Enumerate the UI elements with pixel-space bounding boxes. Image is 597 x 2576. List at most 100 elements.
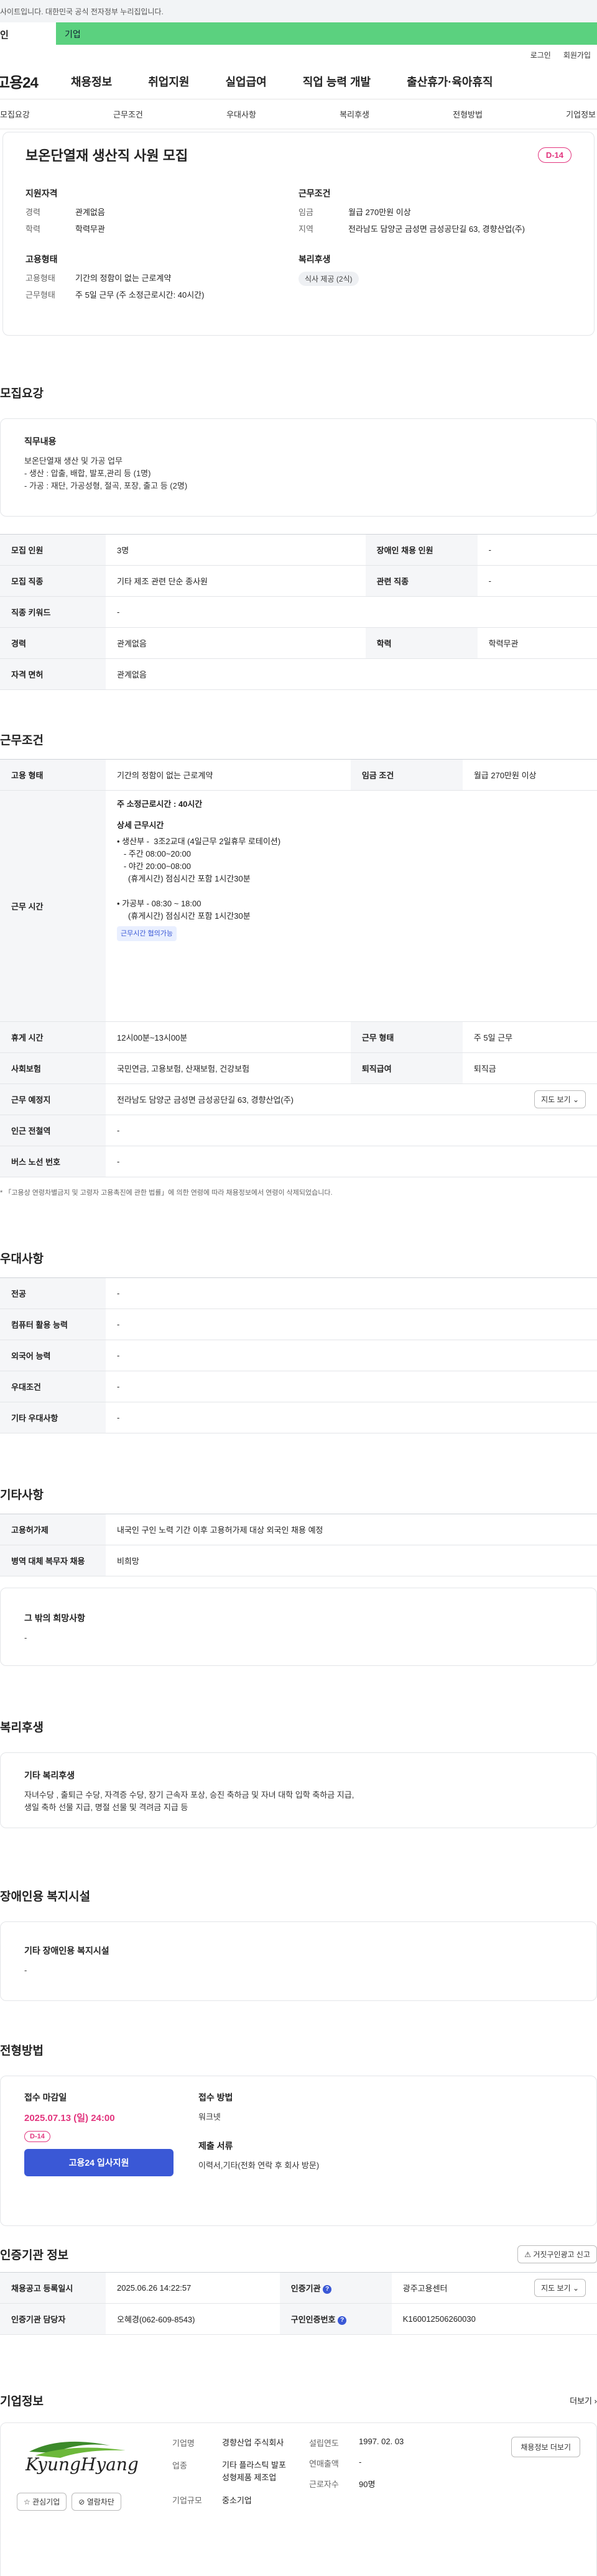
tab-company[interactable]: 기업정보 [566,108,596,120]
cell-value: - [106,1402,597,1433]
agency-title: 인증기관 정보 [0,2249,69,2262]
pref-table: 전공 - 컴퓨터 활용 능력 - 외국어 능력 - 우대조건 - 기타 우대사항 - [0,1277,597,1433]
selection-box: 접수 마감일 2025.07.13 (일) 24:00 D-14 고용24 입사… [0,2076,597,2226]
star-icon: ☆ [24,2498,30,2506]
job-duty-line: - 가공 : 재단, 가공성형, 절곡, 포장, 출고 등 (2명) [24,481,188,490]
company-logo-col: KyungHyang ☆ 관심기업 ⊘ 열람차단 [17,2437,172,2567]
signup-link[interactable]: 회원가입 [563,50,591,63]
cell-label: 고용 형태 [0,759,106,791]
company-more-link[interactable]: 더보기 › [570,2394,597,2406]
etc-section: 기타사항 고용허가제 내국인 구인 노력 기간 이후 고용허가제 대상 외국인 채… [0,1486,597,1666]
tab-company[interactable]: 기업 [56,22,597,45]
gov-notice-text: 사이트입니다. 대한민국 공식 전자정부 누리집입니다. [0,7,164,16]
hours-line: - 야간 20:00~08:00 [117,862,191,871]
disabled-box-heading: 기타 장애인용 복지시설 [24,1946,109,1956]
cell-label: 우대조건 [0,1371,106,1402]
company-jobs-button[interactable]: 채용정보 더보기 [511,2437,580,2457]
hours-cell: 주 소정근로시간 : 40시간 상세 근무시간 • 생산부 - 3조2교대 (4… [106,790,597,1022]
cell-label-with-info: 구인인증번호 ? [279,2303,392,2335]
info-icon[interactable]: ? [338,2316,347,2325]
other-wish-box: 그 밖의 희망사항 - [0,1588,597,1666]
company-logo: KyungHyang [17,2437,141,2483]
education-label: 학력 [25,224,40,234]
selection-section: 전형방법 접수 마감일 2025.07.13 (일) 24:00 D-14 고용… [0,2041,597,2226]
apply-button[interactable]: 고용24 입사지원 [24,2149,174,2176]
method-label: 접수 방법 [198,2092,233,2102]
tab-selection[interactable]: 전형방법 [453,108,483,120]
site-logo[interactable]: 고용24 [0,70,71,92]
welfare-line: 자녀수당 , 출퇴근 수당, 자격증 수당, 장기 근속자 포상, 승진 축하금… [24,1790,354,1800]
work-table: 고용 형태 기간의 정함이 없는 근로계약 임금 조건 월급 270만원 이상 근무… [0,759,597,1177]
map-button[interactable]: 지도 보기 ⌄ [534,1090,586,1108]
hours-line: (휴게시간) 점심시간 포함 1시간30분 [117,874,251,883]
cell-label: 휴게 시간 [0,1021,106,1053]
selection-title: 전형방법 [0,2045,44,2058]
nav-employment-support[interactable]: 취업지원 [148,73,189,90]
cell-label: 모집 직종 [0,565,106,597]
favorite-company-button[interactable]: ☆ 관심기업 [17,2493,67,2511]
employment-heading: 고용형태 [25,254,58,264]
cell-label: 학력 [365,627,478,659]
cell-label: 인증기관 담당자 [0,2303,106,2335]
tab-recruit[interactable]: 모집요강 [0,108,30,120]
job-title: 보온단열재 생산직 사원 모집 [25,148,188,163]
nav-unemployment-benefit[interactable]: 실업급여 [226,73,267,90]
tab-individual[interactable]: 인 [0,22,56,45]
welfare-box-heading: 기타 복리후생 [24,1770,75,1780]
cell-value: 주 5일 근무 [462,1021,597,1053]
table-row: 인근 전철역 - [0,1115,597,1146]
table-row: 병역 대체 복무자 채용 비희망 [0,1545,597,1576]
tab-welfare[interactable]: 복리후생 [340,108,369,120]
nav-jobs[interactable]: 채용정보 [71,73,112,90]
work-type-label: 근무형태 [25,290,55,300]
welfare-title: 복리후생 [0,1721,44,1734]
disabled-box-value: - [24,1966,27,1975]
cell-value: 3명 [106,534,366,566]
table-row: 근무 예정지 전라남도 담양군 금성면 금성공단길 63, 경향산업(주) 지도… [0,1083,597,1115]
tab-pref[interactable]: 우대사항 [226,108,256,120]
dday-badge: D-14 [24,2131,50,2142]
table-row: 근무 시간 주 소정근로시간 : 40시간 상세 근무시간 • 생산부 - 3조… [0,790,597,1022]
cell-label: 채용공고 등록일시 [0,2272,106,2304]
map-button-label: 지도 보기 [541,1095,571,1104]
employ-type-label: 고용형태 [25,274,55,283]
region-label: 지역 [298,224,313,234]
education-value: 학력무관 [75,224,105,234]
cell-label: 전공 [0,1277,106,1309]
table-row: 경력 관계없음 학력 학력무관 [0,627,597,659]
agency-map-button[interactable]: 지도 보기 ⌄ [534,2279,586,2297]
cell-label: 사회보험 [0,1052,106,1084]
other-wish-value: - [24,1633,27,1642]
deadline-label: 접수 마감일 [24,2092,67,2102]
report-fake-ad-button[interactable]: ⚠ 거짓구인광고 신고 [517,2245,597,2263]
cell-value: 내국인 구인 노력 기간 이후 고용허가제 대상 외국인 채용 예정 [106,1514,597,1545]
info-icon[interactable]: ? [323,2284,332,2294]
table-row: 버스 노선 번호 - [0,1146,597,1177]
cell-value: - [106,1277,597,1309]
cell-label: 직종 키워드 [0,596,106,628]
nav-vocational-training[interactable]: 직업 능력 개발 [303,73,371,90]
company-box: KyungHyang ☆ 관심기업 ⊘ 열람차단 기업명 경향산업 주식회사 업종… [0,2422,597,2576]
block-view-button[interactable]: ⊘ 열람차단 [72,2493,121,2511]
wage-label: 임금 [298,208,313,217]
cell-value: 오혜경(062-609-8543) [106,2303,280,2335]
agency-value: 광주고용센터 [402,2284,448,2293]
job-duty-box: 직무내용 보온단열재 생산 및 가공 업무 - 생산 : 압출, 배합, 발포,… [0,418,597,517]
table-row: 모집 직종 기타 제조 관련 단순 종사원 관련 직종 - [0,565,597,597]
login-link[interactable]: 로그인 [530,50,551,63]
hours-line: - 주간 08:00~20:00 [117,849,191,858]
cell-label: 임금 조건 [350,759,463,791]
cell-value: 기간의 정함이 없는 근로계약 [106,759,351,791]
tab-work[interactable]: 근무조건 [113,108,143,120]
qualification-heading: 지원자격 [25,188,58,198]
other-wish-heading: 그 밖의 희망사항 [24,1613,85,1623]
cell-label: 컴퓨터 활용 능력 [0,1309,106,1340]
company-info-right: 설립연도 1997. 02. 03 연매출액 - 근로자수 90명 [309,2437,433,2567]
company-title: 기업정보 [0,2395,44,2408]
agency-label: 인증기관 [290,2284,321,2293]
nav-parental-leave[interactable]: 출산휴가·육아휴직 [407,73,493,90]
age-note: * 「고용상 연령차별금지 및 고령자 고용촉진에 관한 법률」에 의한 연령에… [0,1189,333,1197]
cell-value: - [477,534,597,566]
chevron-right-icon: › [594,2396,597,2406]
recruit-section: 모집요강 직무내용 보온단열재 생산 및 가공 업무 - 생산 : 압출, 배합… [0,384,597,690]
